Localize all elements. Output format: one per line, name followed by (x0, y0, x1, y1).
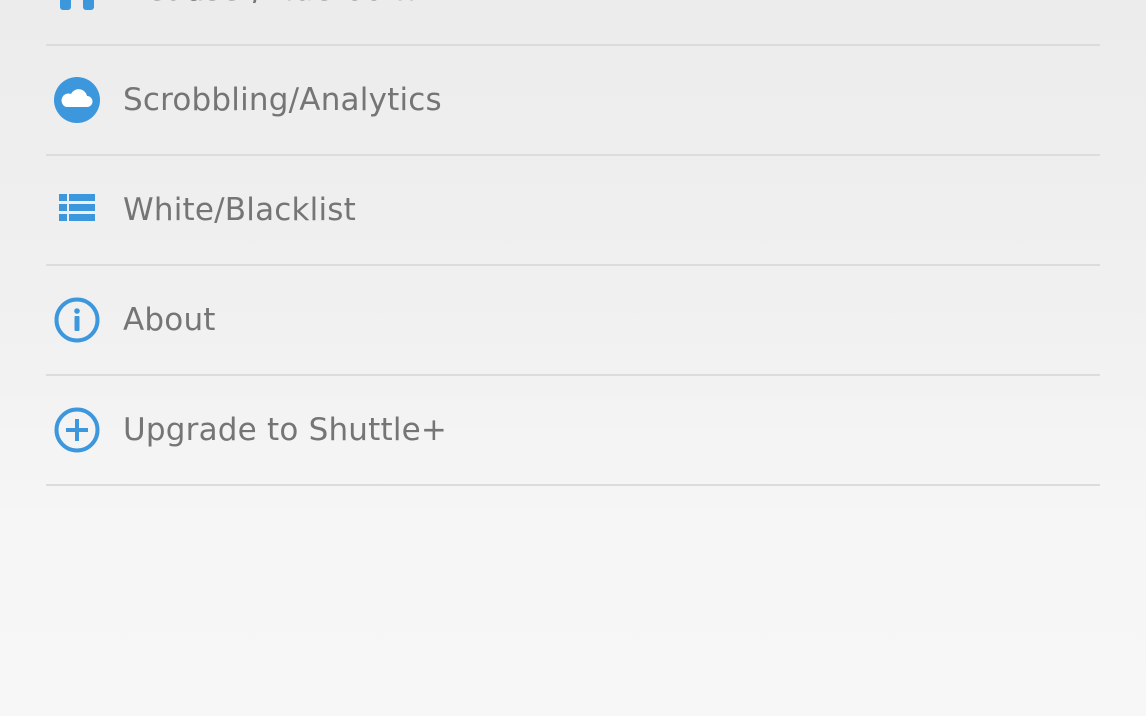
info-icon (53, 296, 101, 344)
add-circle-icon (53, 406, 101, 454)
cloud-icon (53, 76, 101, 124)
settings-item-label: Headset/Bluetooth (123, 0, 416, 8)
settings-item-label: Upgrade to Shuttle+ (123, 412, 448, 448)
settings-item-scrobbling-analytics[interactable]: Scrobbling/Analytics (46, 46, 1100, 156)
settings-item-about[interactable]: About (46, 266, 1100, 376)
settings-item-headset-bluetooth[interactable]: Headset/Bluetooth (46, 0, 1100, 46)
headset-icon (53, 0, 101, 14)
settings-list: Headset/Bluetooth Scrobbling/Analytics W… (46, 0, 1100, 486)
list-icon (53, 186, 101, 234)
settings-item-label: White/Blacklist (123, 192, 356, 228)
settings-item-white-blacklist[interactable]: White/Blacklist (46, 156, 1100, 266)
settings-item-label: About (123, 302, 216, 338)
settings-item-label: Scrobbling/Analytics (123, 82, 442, 118)
settings-item-upgrade[interactable]: Upgrade to Shuttle+ (46, 376, 1100, 486)
